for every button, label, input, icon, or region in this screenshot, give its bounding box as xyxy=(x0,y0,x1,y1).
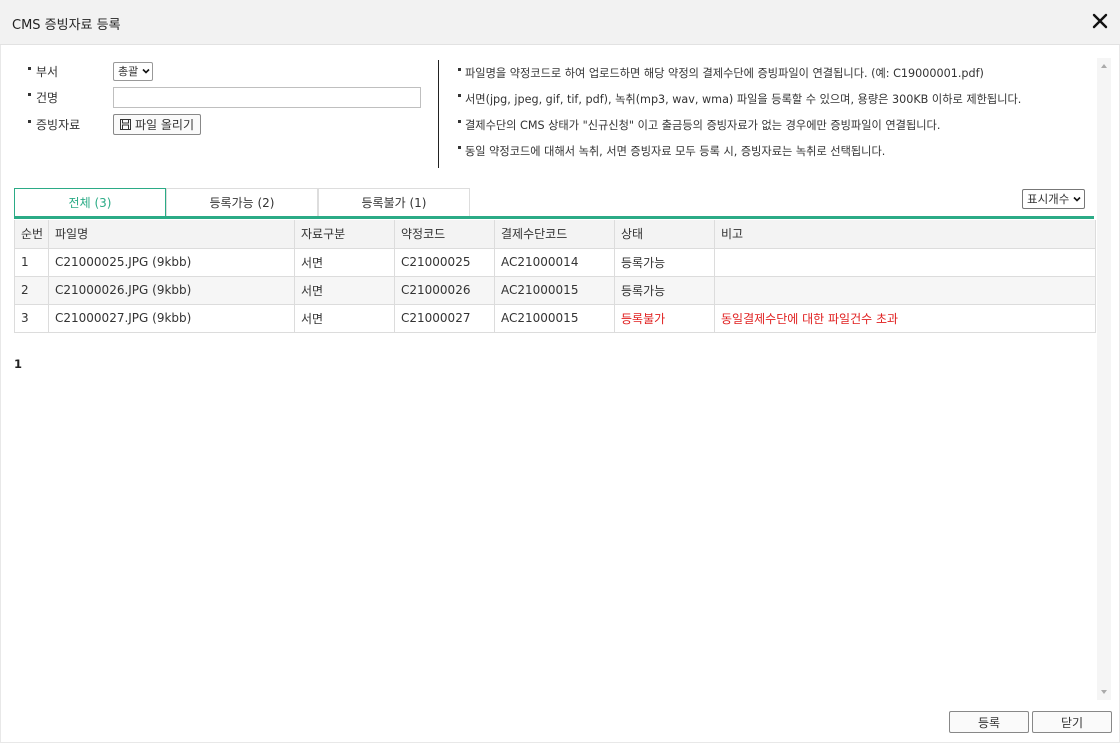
table-cell: 1 xyxy=(14,247,49,277)
table-header-row: 순번 파일명 자료구분 약정코드 결제수단코드 상태 비고 xyxy=(14,220,1096,249)
register-button[interactable]: 등록 xyxy=(949,711,1029,733)
table-cell: C21000026 xyxy=(394,275,495,305)
name-label: 건명 xyxy=(36,90,59,105)
vertical-scrollbar[interactable] xyxy=(1097,58,1111,700)
notice-item: 서면(jpg, jpeg, gif, tif, pdf), 녹취(mp3, wa… xyxy=(458,91,1021,107)
scroll-down-icon[interactable] xyxy=(1100,688,1108,696)
table-cell: AC21000014 xyxy=(494,247,615,277)
table-cell: 서면 xyxy=(294,275,395,305)
file-table: 순번 파일명 자료구분 약정코드 결제수단코드 상태 비고 1 C2100002… xyxy=(14,220,1096,333)
floppy-disk-icon xyxy=(120,118,131,130)
dept-row: 부서 총괄 xyxy=(28,61,154,81)
table-cell: C21000025.JPG (9kbb) xyxy=(48,247,295,277)
note-cell xyxy=(714,275,1096,305)
status-cell: 등록가능 xyxy=(614,247,715,277)
table-row[interactable]: 2 C21000026.JPG (9kbb) 서면 C21000026 AC21… xyxy=(14,275,1096,305)
tab-all[interactable]: 전체 (3) xyxy=(14,188,166,216)
table-cell: 서면 xyxy=(294,247,395,277)
table-cell: 서면 xyxy=(294,303,395,333)
table-cell: C21000027.JPG (9kbb) xyxy=(48,303,295,333)
table-cell: AC21000015 xyxy=(494,303,615,333)
upload-file-label: 파일 올리기 xyxy=(135,117,195,132)
chevron-down-icon xyxy=(142,68,150,74)
notice-item: 결제수단의 CMS 상태가 "신규신청" 이고 출금등의 증빙자료가 없는 경우… xyxy=(458,117,940,133)
bullet-icon xyxy=(28,92,31,96)
notice-item: 파일명을 약정코드로 하여 업로드하면 해당 약정의 결제수단에 증빙파일이 연… xyxy=(458,65,984,81)
display-count-label: 표시개수 xyxy=(1027,192,1070,206)
dialog-title: CMS 증빙자료 등록 xyxy=(12,18,121,33)
note-cell xyxy=(714,247,1096,277)
scroll-up-icon[interactable] xyxy=(1100,62,1108,70)
column-header[interactable]: 상태 xyxy=(614,220,715,249)
column-header[interactable]: 결제수단코드 xyxy=(494,220,615,249)
table-row[interactable]: 1 C21000025.JPG (9kbb) 서면 C21000025 AC21… xyxy=(14,247,1096,277)
evidence-row: 증빙자료 파일 올리기 xyxy=(28,113,202,135)
column-header[interactable]: 약정코드 xyxy=(394,220,495,249)
status-cell: 등록가능 xyxy=(614,275,715,305)
chevron-down-icon xyxy=(1073,196,1081,202)
display-count-select[interactable]: 표시개수 xyxy=(1022,189,1086,209)
table-cell: AC21000015 xyxy=(494,275,615,305)
evidence-label: 증빙자료 xyxy=(36,117,81,132)
divider xyxy=(438,60,439,168)
tab-unavailable[interactable]: 등록불가 (1) xyxy=(318,188,470,216)
bullet-icon xyxy=(28,66,31,70)
notice-item: 동일 약정코드에 대해서 녹취, 서면 증빙자료 모두 등록 시, 증빙자료는 … xyxy=(458,143,885,159)
close-button[interactable]: 닫기 xyxy=(1032,711,1112,733)
table-cell: C21000026.JPG (9kbb) xyxy=(48,275,295,305)
note-cell: 동일결제수단에 대한 파일건수 초과 xyxy=(714,303,1096,333)
tab-available[interactable]: 등록가능 (2) xyxy=(166,188,318,216)
name-input[interactable] xyxy=(113,86,421,108)
table-cell: C21000025 xyxy=(394,247,495,277)
pagination-current-page[interactable]: 1 xyxy=(14,357,22,371)
status-cell: 등록불가 xyxy=(614,303,715,333)
dept-select-value: 총괄 xyxy=(118,65,139,78)
tab-underline xyxy=(14,216,1094,219)
tab-bar: 전체 (3) 등록가능 (2) 등록불가 (1) xyxy=(14,188,470,216)
close-icon[interactable] xyxy=(1088,9,1112,33)
column-header[interactable]: 자료구분 xyxy=(294,220,395,249)
dept-label: 부서 xyxy=(36,64,59,79)
name-row: 건명 xyxy=(28,86,421,108)
upload-file-button[interactable]: 파일 올리기 xyxy=(113,113,202,135)
column-header[interactable]: 비고 xyxy=(714,220,1096,249)
bullet-icon xyxy=(28,119,31,123)
dialog-titlebar: CMS 증빙자료 등록 xyxy=(0,0,1120,45)
table-cell: C21000027 xyxy=(394,303,495,333)
column-header[interactable]: 파일명 xyxy=(48,220,295,249)
table-row[interactable]: 3 C21000027.JPG (9kbb) 서면 C21000027 AC21… xyxy=(14,303,1096,333)
dept-select[interactable]: 총괄 xyxy=(113,61,154,81)
column-header[interactable]: 순번 xyxy=(14,220,49,249)
table-cell: 3 xyxy=(14,303,49,333)
table-cell: 2 xyxy=(14,275,49,305)
